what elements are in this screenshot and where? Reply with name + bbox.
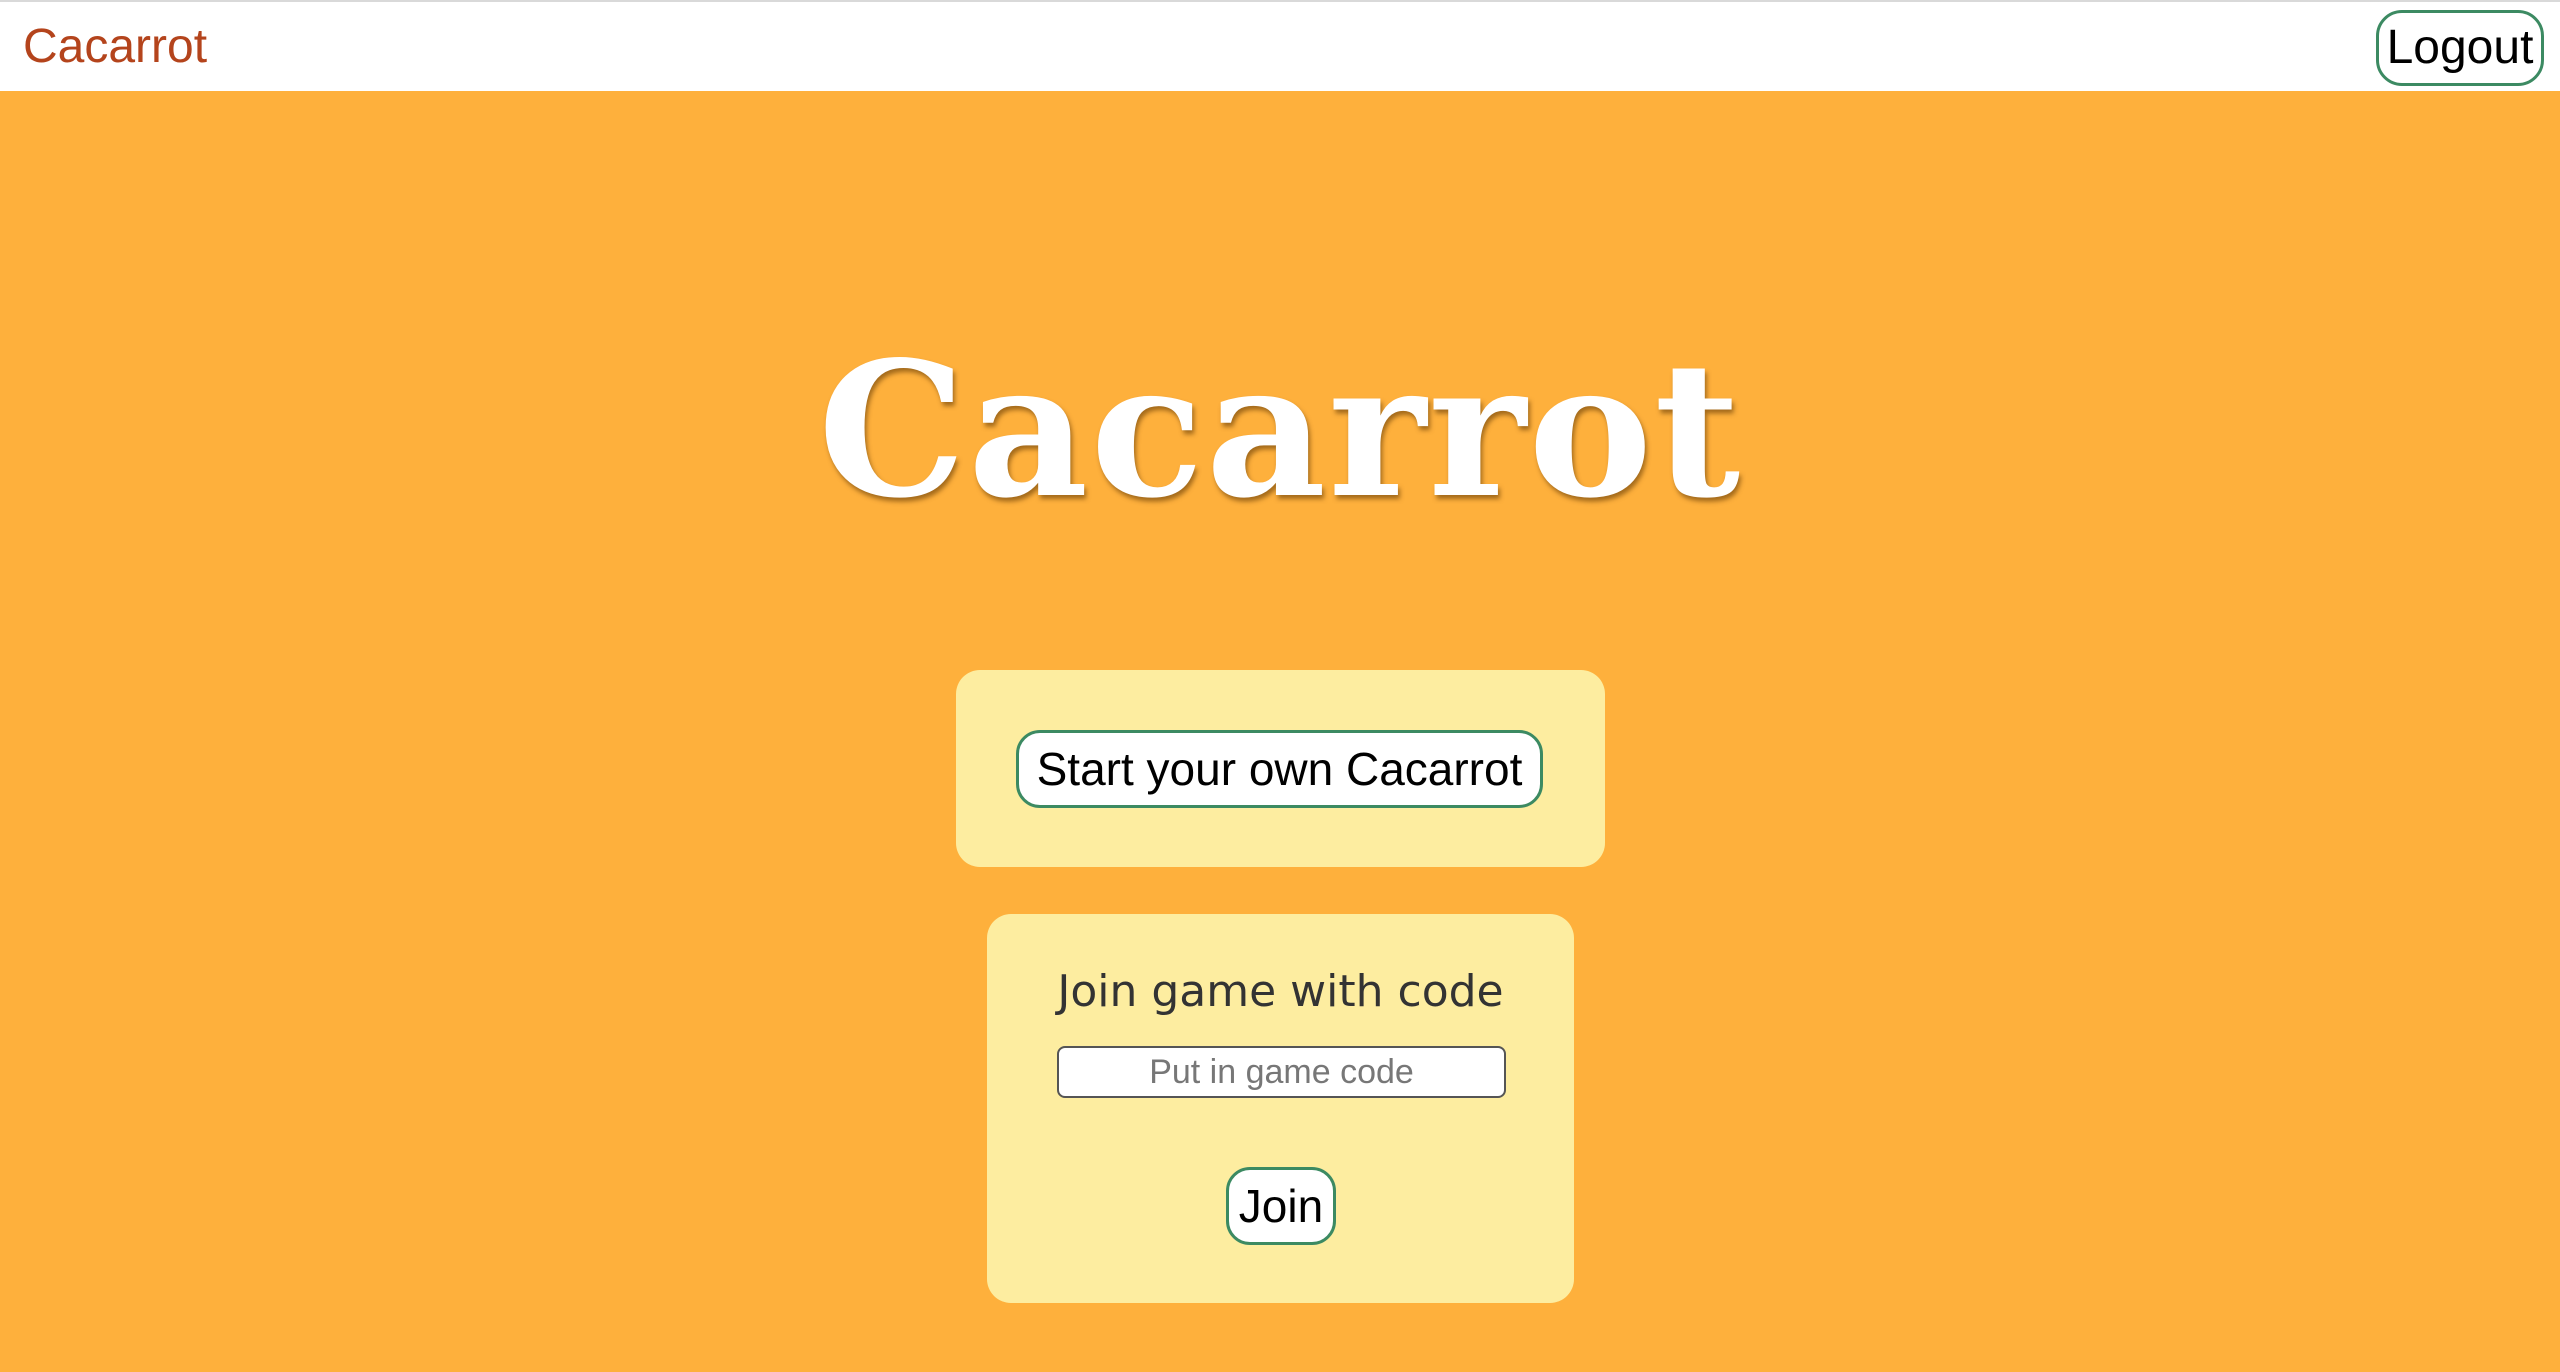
top-navbar: Cacarrot Logout xyxy=(0,0,2560,91)
start-game-button[interactable]: Start your own Cacarrot xyxy=(1016,730,1543,808)
game-code-input[interactable] xyxy=(1057,1046,1506,1098)
join-game-heading: Join game with code xyxy=(1057,966,1504,1017)
join-button[interactable]: Join xyxy=(1226,1167,1336,1245)
brand-link[interactable]: Cacarrot xyxy=(23,19,207,75)
start-game-card: Start your own Cacarrot xyxy=(956,670,1605,867)
logout-button[interactable]: Logout xyxy=(2376,10,2544,86)
join-game-card: Join game with code Join xyxy=(987,914,1574,1303)
hero-title: Cacarrot xyxy=(817,320,1743,539)
